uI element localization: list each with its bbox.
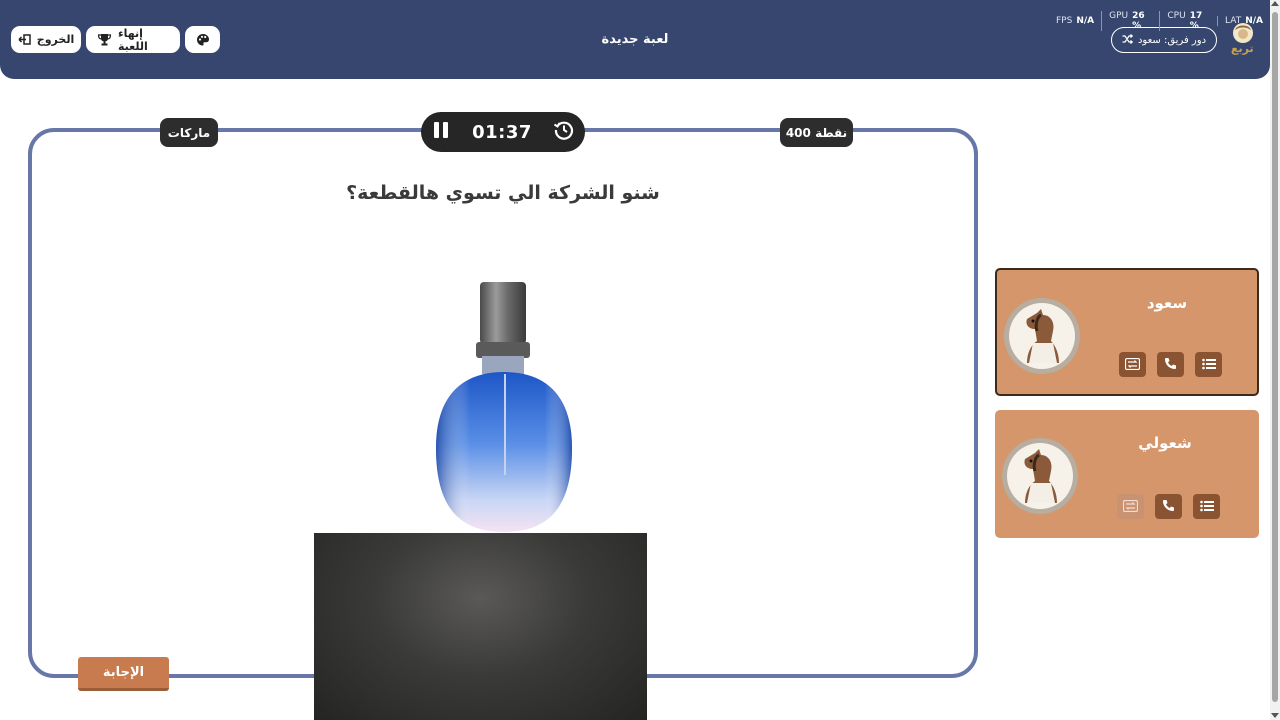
team-name: سعود	[1146, 294, 1188, 312]
timer-value: 01:37	[472, 121, 532, 143]
phone-icon	[1162, 497, 1175, 516]
question-image	[430, 280, 578, 534]
call-friend-button[interactable]	[1155, 494, 1182, 519]
stat-fps: FPS N/A	[1054, 16, 1101, 26]
question-text: شنو الشركة الي تسوي هالقطعة؟	[346, 182, 660, 204]
scroll-up-arrow[interactable]	[1271, 1, 1279, 6]
points-badge: 400 نقطة	[780, 118, 853, 147]
pause-icon[interactable]	[431, 121, 451, 143]
stat-cpu: CPU 17 %	[1159, 11, 1217, 31]
avatar	[1004, 298, 1080, 374]
call-friend-button[interactable]	[1157, 352, 1184, 377]
double-points-button[interactable]	[1119, 352, 1146, 377]
reset-timer-icon[interactable]	[553, 119, 575, 145]
team-card-shaoli: شعولي	[995, 410, 1259, 538]
stat-fps-name: FPS	[1056, 16, 1073, 26]
scroll-thumb[interactable]	[1272, 12, 1278, 702]
logo-text: تربع	[1231, 42, 1254, 55]
stat-cpu-name: CPU	[1167, 11, 1186, 21]
stat-gpu-name: GPU	[1109, 11, 1129, 21]
team-name: شعولي	[1138, 434, 1192, 452]
team-card-saud: سعود	[995, 268, 1259, 396]
page-scrollbar[interactable]	[1270, 0, 1280, 720]
avatar	[1002, 438, 1078, 514]
options-button[interactable]	[1193, 494, 1220, 519]
options-button[interactable]	[1195, 352, 1222, 377]
phone-icon	[1164, 355, 1177, 374]
top-header: الخروج إنهاء اللعبة لعبة جديدة دور فريق:…	[0, 0, 1270, 79]
swap-card-icon	[1122, 497, 1139, 516]
stat-cpu-value: 17 %	[1189, 11, 1203, 31]
scroll-down-arrow[interactable]	[1271, 713, 1279, 718]
stat-gpu-value: 26 %	[1132, 11, 1145, 31]
shuffle-icon	[1122, 33, 1134, 47]
turn-label: دور فريق: سعود	[1137, 34, 1207, 46]
horse-avatar-icon	[1024, 449, 1057, 503]
answer-button[interactable]: الإجابة	[78, 657, 169, 691]
list-icon	[1201, 355, 1216, 374]
stat-gpu: GPU 26 %	[1101, 11, 1159, 31]
double-points-button[interactable]	[1117, 494, 1144, 519]
list-icon	[1199, 497, 1214, 516]
horse-avatar-icon	[1026, 309, 1059, 363]
swap-card-icon	[1124, 355, 1141, 374]
video-overlay[interactable]	[314, 533, 647, 720]
category-badge: ماركات	[160, 118, 218, 147]
timer: 01:37	[421, 112, 585, 152]
page-title: لعبة جديدة	[601, 32, 669, 47]
stat-fps-value: N/A	[1076, 16, 1095, 26]
